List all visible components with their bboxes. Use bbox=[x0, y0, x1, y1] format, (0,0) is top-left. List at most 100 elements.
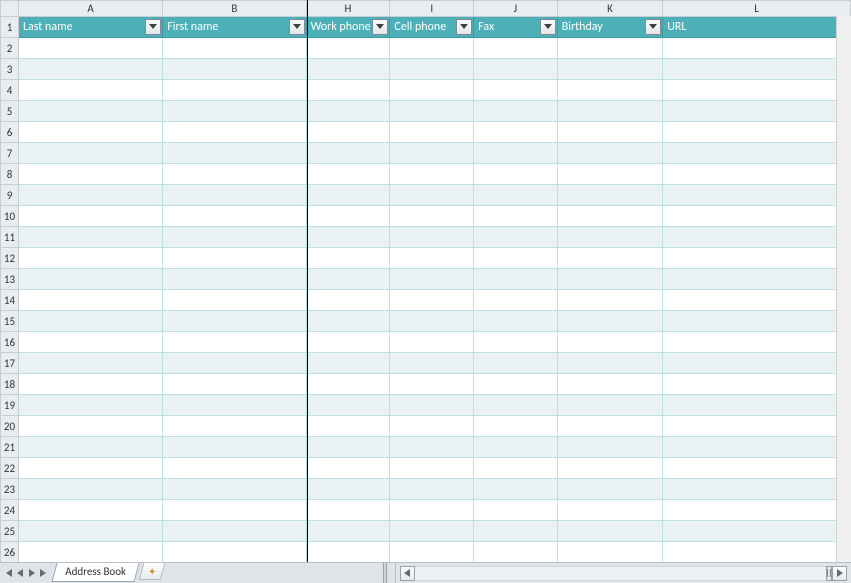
cell[interactable] bbox=[163, 101, 306, 122]
cell[interactable] bbox=[557, 164, 663, 185]
cell[interactable] bbox=[390, 290, 474, 311]
cell[interactable] bbox=[390, 332, 474, 353]
cell[interactable] bbox=[306, 458, 390, 479]
cell[interactable] bbox=[306, 122, 390, 143]
cell[interactable] bbox=[474, 143, 558, 164]
cell[interactable] bbox=[306, 479, 390, 500]
cell[interactable] bbox=[306, 500, 390, 521]
tab-prev-button[interactable] bbox=[15, 566, 25, 580]
row-number[interactable]: 18 bbox=[1, 374, 19, 395]
filter-dropdown-button[interactable] bbox=[145, 19, 161, 35]
cell[interactable] bbox=[663, 164, 851, 185]
cell[interactable] bbox=[474, 458, 558, 479]
column-letter[interactable]: B bbox=[163, 1, 306, 17]
cell[interactable] bbox=[557, 248, 663, 269]
cell[interactable] bbox=[163, 227, 306, 248]
cell[interactable] bbox=[18, 143, 162, 164]
hscroll-right-button[interactable] bbox=[832, 566, 847, 581]
row-number[interactable]: 8 bbox=[1, 164, 19, 185]
cell[interactable] bbox=[390, 101, 474, 122]
column-header[interactable]: First name bbox=[163, 17, 306, 38]
row-number[interactable]: 13 bbox=[1, 269, 19, 290]
cell[interactable] bbox=[390, 185, 474, 206]
cell[interactable] bbox=[663, 437, 851, 458]
cell[interactable] bbox=[18, 437, 162, 458]
cell[interactable] bbox=[390, 500, 474, 521]
cell[interactable] bbox=[306, 185, 390, 206]
cell[interactable] bbox=[557, 269, 663, 290]
cell[interactable] bbox=[557, 38, 663, 59]
filter-dropdown-button[interactable] bbox=[540, 19, 556, 35]
cell[interactable] bbox=[663, 311, 851, 332]
cell[interactable] bbox=[663, 122, 851, 143]
cell[interactable] bbox=[557, 206, 663, 227]
cell[interactable] bbox=[557, 353, 663, 374]
cell[interactable] bbox=[663, 374, 851, 395]
cell[interactable] bbox=[306, 290, 390, 311]
cell[interactable] bbox=[18, 248, 162, 269]
cell[interactable] bbox=[474, 80, 558, 101]
cell[interactable] bbox=[18, 395, 162, 416]
cell[interactable] bbox=[390, 374, 474, 395]
cell[interactable] bbox=[306, 332, 390, 353]
cell[interactable] bbox=[163, 374, 306, 395]
cell[interactable] bbox=[663, 479, 851, 500]
hscroll-left-button[interactable] bbox=[400, 566, 415, 581]
cell[interactable] bbox=[306, 353, 390, 374]
row-number[interactable]: 26 bbox=[1, 542, 19, 563]
cell[interactable] bbox=[390, 164, 474, 185]
cell[interactable] bbox=[557, 332, 663, 353]
cell[interactable] bbox=[663, 458, 851, 479]
cell[interactable] bbox=[663, 59, 851, 80]
cell[interactable] bbox=[474, 269, 558, 290]
cell[interactable] bbox=[474, 59, 558, 80]
cell[interactable] bbox=[663, 290, 851, 311]
cell[interactable] bbox=[306, 395, 390, 416]
cell[interactable] bbox=[557, 101, 663, 122]
column-letter[interactable]: K bbox=[557, 1, 663, 17]
cell[interactable] bbox=[390, 143, 474, 164]
cell[interactable] bbox=[390, 416, 474, 437]
cell[interactable] bbox=[18, 227, 162, 248]
cell[interactable] bbox=[663, 332, 851, 353]
cell[interactable] bbox=[663, 542, 851, 563]
row-number[interactable]: 16 bbox=[1, 332, 19, 353]
cell[interactable] bbox=[557, 143, 663, 164]
cell[interactable] bbox=[390, 353, 474, 374]
cell[interactable] bbox=[163, 311, 306, 332]
row-number[interactable]: 12 bbox=[1, 248, 19, 269]
column-letter[interactable]: I bbox=[390, 1, 474, 17]
cell[interactable] bbox=[474, 416, 558, 437]
cell[interactable] bbox=[663, 248, 851, 269]
cell[interactable] bbox=[474, 353, 558, 374]
cell[interactable] bbox=[474, 101, 558, 122]
vertical-scrollbar[interactable] bbox=[836, 16, 851, 562]
cell[interactable] bbox=[163, 143, 306, 164]
cell[interactable] bbox=[663, 269, 851, 290]
cell[interactable] bbox=[557, 458, 663, 479]
cell[interactable] bbox=[18, 59, 162, 80]
row-number[interactable]: 23 bbox=[1, 479, 19, 500]
column-header[interactable]: Fax bbox=[474, 17, 558, 38]
cell[interactable] bbox=[663, 101, 851, 122]
cell[interactable] bbox=[557, 521, 663, 542]
cell[interactable] bbox=[306, 101, 390, 122]
cell[interactable] bbox=[18, 290, 162, 311]
row-number[interactable]: 22 bbox=[1, 458, 19, 479]
cell[interactable] bbox=[557, 80, 663, 101]
cell[interactable] bbox=[163, 458, 306, 479]
cell[interactable] bbox=[306, 59, 390, 80]
cell[interactable] bbox=[18, 80, 162, 101]
cell[interactable] bbox=[390, 122, 474, 143]
cell[interactable] bbox=[18, 164, 162, 185]
cell[interactable] bbox=[474, 332, 558, 353]
cell[interactable] bbox=[557, 542, 663, 563]
cell[interactable] bbox=[390, 206, 474, 227]
tab-next-button[interactable] bbox=[27, 566, 37, 580]
cell[interactable] bbox=[474, 38, 558, 59]
cell[interactable] bbox=[18, 185, 162, 206]
column-letter[interactable]: J bbox=[474, 1, 558, 17]
row-number[interactable]: 4 bbox=[1, 80, 19, 101]
cell[interactable] bbox=[306, 416, 390, 437]
column-header[interactable]: URL bbox=[663, 17, 851, 38]
